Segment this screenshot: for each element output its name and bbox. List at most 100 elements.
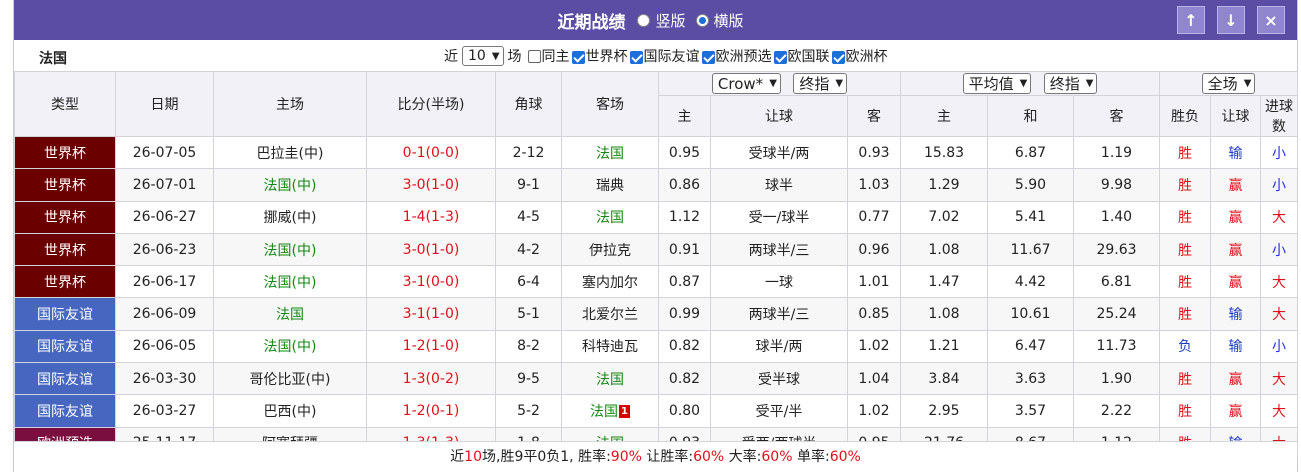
- horizontal-view-label: 横版: [713, 11, 744, 30]
- away-team-name[interactable]: 法国: [596, 210, 624, 226]
- home-team-cell[interactable]: 挪威(中): [213, 200, 367, 234]
- scope-select[interactable]: 全场 ▼: [1201, 73, 1256, 94]
- score-cell: 3-1(0-0): [366, 265, 496, 299]
- home-team-name[interactable]: 哥伦比亚(中): [250, 372, 331, 388]
- away-team-name[interactable]: 法国: [596, 146, 624, 162]
- company-select[interactable]: Crow* ▼: [711, 73, 781, 95]
- home-team-cell[interactable]: 巴拉圭(中): [213, 135, 367, 170]
- result-cell: 负: [1159, 329, 1212, 364]
- home-team-name[interactable]: 法国(中): [264, 243, 317, 259]
- full-time-score: 3-0: [402, 176, 426, 193]
- summary-text-1: 场,胜9平0负1, 胜率:: [482, 449, 611, 465]
- vertical-view-radio[interactable]: [637, 13, 651, 27]
- match-type-cell[interactable]: 世界杯: [14, 168, 116, 202]
- away-team-name[interactable]: 科特迪瓦: [582, 339, 638, 355]
- summary-handicap-rate: 60%: [693, 449, 725, 465]
- home-team-name[interactable]: 巴西(中): [264, 404, 317, 420]
- away-team-name[interactable]: 瑞典: [596, 178, 624, 194]
- average-select[interactable]: 平均值 ▼: [962, 73, 1032, 94]
- handicap-result-cell: 赢: [1210, 265, 1262, 299]
- col-asia-line: 让球: [710, 95, 848, 137]
- eu-away-odds-cell: 6.81: [1072, 265, 1161, 299]
- away-team-cell[interactable]: 法国 1: [561, 394, 659, 428]
- match-type-cell[interactable]: 国际友谊: [14, 329, 116, 364]
- away-team-cell[interactable]: 法国: [561, 362, 659, 396]
- away-team-cell[interactable]: 伊拉克: [561, 232, 659, 267]
- match-type-cell[interactable]: 国际友谊: [14, 362, 116, 396]
- eu-draw-odds-cell: 5.41: [987, 200, 1074, 234]
- home-team-name[interactable]: 法国(中): [264, 275, 317, 291]
- away-team-cell[interactable]: 科特迪瓦: [561, 329, 659, 364]
- match-type-cell[interactable]: 世界杯: [14, 265, 116, 299]
- home-team-name[interactable]: 法国(中): [264, 339, 317, 355]
- score-cell: 3-1(1-0): [366, 297, 496, 331]
- competition-checkbox[interactable]: [571, 50, 585, 64]
- home-team-cell[interactable]: 法国(中): [213, 265, 367, 299]
- home-team-cell[interactable]: 法国: [213, 297, 367, 331]
- full-time-score: 3-0: [402, 241, 426, 258]
- match-date-cell: 26-03-30: [115, 362, 214, 396]
- away-team-name[interactable]: 法国: [596, 372, 624, 388]
- home-team-cell[interactable]: 法国(中): [213, 232, 367, 267]
- asia-away-odds-cell: 1.01: [847, 265, 901, 299]
- home-team-cell[interactable]: 法国(中): [213, 329, 367, 364]
- away-team-name[interactable]: 北爱尔兰: [582, 307, 638, 323]
- match-type-cell[interactable]: 国际友谊: [14, 297, 116, 331]
- away-team-name[interactable]: 法国: [590, 404, 618, 420]
- goals-result-cell: 小: [1260, 232, 1299, 267]
- home-team-name[interactable]: 法国(中): [264, 178, 317, 194]
- competition-checkbox[interactable]: [701, 50, 715, 64]
- close-button[interactable]: ×: [1257, 6, 1285, 34]
- eu-away-odds-cell: 29.63: [1072, 232, 1161, 267]
- away-team-cell[interactable]: 法国: [561, 200, 659, 234]
- handicap-result-cell: 赢: [1210, 200, 1262, 234]
- same-home-checkbox[interactable]: [527, 49, 541, 63]
- home-team-name[interactable]: 挪威(中): [264, 210, 317, 226]
- match-type-cell[interactable]: 世界杯: [14, 135, 116, 170]
- half-time-score: (0-1): [425, 403, 460, 420]
- eu-odds-select[interactable]: 终指 ▼: [1043, 73, 1098, 94]
- full-time-score: 1-2: [402, 338, 426, 355]
- move-up-button[interactable]: ↑: [1177, 6, 1205, 34]
- competition-checkbox[interactable]: [831, 50, 845, 64]
- vertical-view-option[interactable]: 竖版: [637, 10, 686, 31]
- eu-home-odds-cell: 1.29: [900, 168, 988, 202]
- score-cell: 1-2(0-1): [366, 394, 496, 428]
- goals-result-cell: 小: [1260, 135, 1299, 170]
- home-team-cell[interactable]: 法国(中): [213, 168, 367, 202]
- handicap-result-cell: 赢: [1210, 168, 1262, 202]
- match-type-cell[interactable]: 世界杯: [14, 232, 116, 267]
- competition-label: 欧国联: [787, 49, 830, 65]
- summary-win-rate: 90%: [610, 449, 642, 465]
- score-cell: 0-1(0-0): [366, 135, 496, 170]
- away-team-cell[interactable]: 北爱尔兰: [561, 297, 659, 331]
- away-team-name[interactable]: 伊拉克: [589, 243, 631, 259]
- home-team-name[interactable]: 法国: [276, 307, 304, 323]
- handicap-result-cell: 输: [1210, 135, 1262, 170]
- vertical-view-label: 竖版: [655, 11, 686, 30]
- home-team-cell[interactable]: 巴西(中): [213, 394, 367, 428]
- away-team-cell[interactable]: 瑞典: [561, 168, 659, 202]
- col-handicap-result: 让球: [1210, 95, 1262, 137]
- match-count-select[interactable]: 10 ▼: [462, 46, 504, 66]
- eu-draw-odds-cell: 3.63: [987, 362, 1074, 396]
- away-team-name[interactable]: 塞内加尔: [582, 275, 638, 291]
- home-team-cell[interactable]: 哥伦比亚(中): [213, 362, 367, 396]
- horizontal-view-radio[interactable]: [695, 13, 709, 27]
- move-down-button[interactable]: ↓: [1217, 6, 1245, 34]
- result-cell: 胜: [1159, 394, 1212, 428]
- away-team-cell[interactable]: 塞内加尔: [561, 265, 659, 299]
- full-time-score: 1-4: [402, 209, 426, 226]
- horizontal-view-option[interactable]: 横版: [695, 10, 744, 31]
- match-date-cell: 26-06-23: [115, 232, 214, 267]
- col-result: 胜负: [1159, 95, 1212, 137]
- home-team-name[interactable]: 巴拉圭(中): [257, 146, 324, 162]
- competition-checkbox[interactable]: [629, 50, 643, 64]
- competition-checkbox[interactable]: [773, 50, 787, 64]
- match-type-cell[interactable]: 世界杯: [14, 200, 116, 234]
- away-team-cell[interactable]: 法国: [561, 135, 659, 170]
- asia-odds-select[interactable]: 终指 ▼: [793, 72, 848, 94]
- match-type-cell[interactable]: 国际友谊: [14, 394, 116, 428]
- corner-cell: 4-5: [495, 200, 562, 234]
- summary-prefix: 近: [450, 449, 465, 465]
